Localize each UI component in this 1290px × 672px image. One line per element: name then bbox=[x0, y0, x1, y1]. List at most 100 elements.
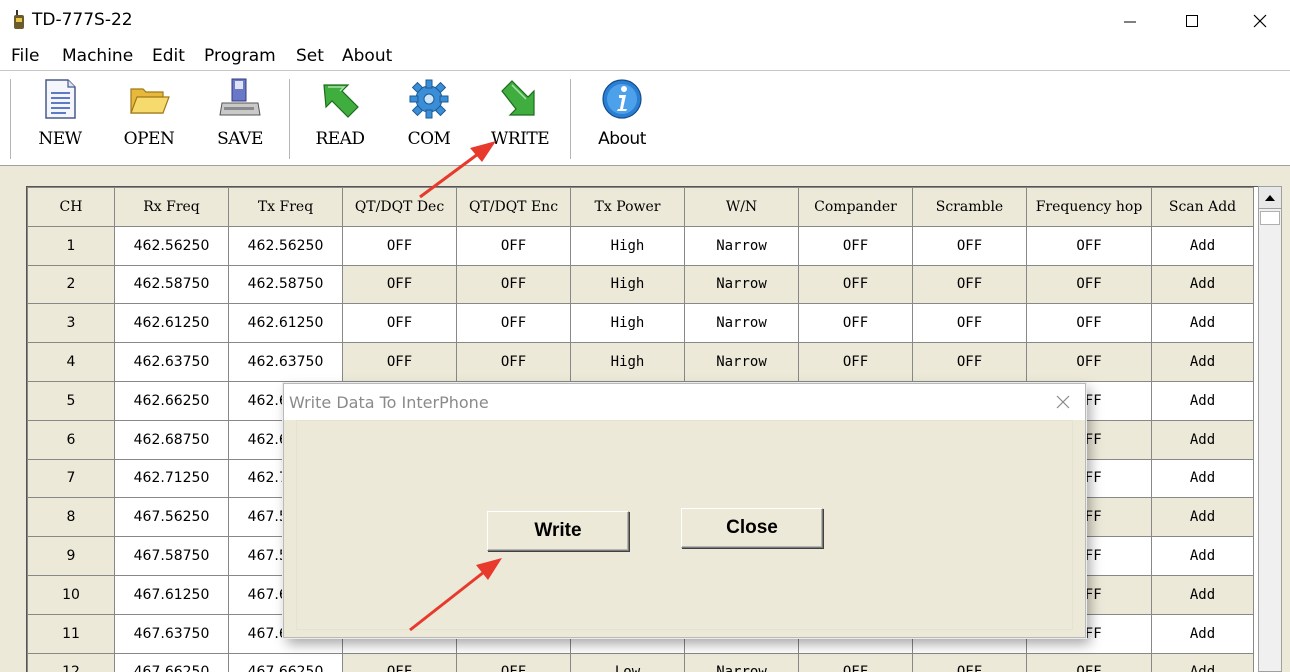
table-row[interactable]: 1 462.56250 462.56250 OFF OFF High Narrow OFF OF… bbox=[27, 225, 1254, 266]
table-cell[interactable]: OFF bbox=[1026, 264, 1152, 305]
table-cell[interactable]: Add bbox=[1151, 380, 1254, 421]
channel-number-cell[interactable]: 5 bbox=[27, 380, 115, 421]
table-cell[interactable]: Add bbox=[1151, 225, 1254, 266]
channel-number-cell[interactable]: 8 bbox=[27, 497, 115, 538]
table-cell[interactable]: Add bbox=[1151, 536, 1254, 576]
table-cell[interactable]: Narrow bbox=[684, 342, 799, 382]
table-cell[interactable]: 462.58750 bbox=[114, 264, 229, 305]
dialog-close-button[interactable] bbox=[1053, 392, 1073, 412]
new-button[interactable]: NEW bbox=[36, 77, 84, 161]
table-cell[interactable]: Add bbox=[1151, 458, 1254, 499]
table-cell[interactable]: Add bbox=[1151, 497, 1254, 538]
channel-number-cell[interactable]: 12 bbox=[27, 652, 115, 672]
table-cell[interactable]: Add bbox=[1151, 574, 1254, 615]
table-cell[interactable]: 462.56250 bbox=[228, 225, 343, 266]
table-cell[interactable]: Add bbox=[1151, 342, 1254, 382]
dialog-close-action-button[interactable]: Close bbox=[681, 508, 823, 548]
table-cell[interactable]: Narrow bbox=[684, 652, 799, 672]
channel-number-cell[interactable]: 11 bbox=[27, 613, 115, 654]
table-cell[interactable]: OFF bbox=[798, 264, 913, 305]
column-header[interactable]: Frequency hop bbox=[1026, 187, 1152, 227]
table-cell[interactable]: Low bbox=[570, 652, 685, 672]
table-cell[interactable]: OFF bbox=[342, 264, 457, 305]
table-cell[interactable]: OFF bbox=[456, 652, 571, 672]
table-cell[interactable]: 467.66250 bbox=[114, 652, 229, 672]
table-cell[interactable]: OFF bbox=[342, 342, 457, 382]
table-cell[interactable]: 462.66250 bbox=[114, 380, 229, 421]
channel-number-cell[interactable]: 10 bbox=[27, 574, 115, 615]
open-button[interactable]: OPEN bbox=[122, 77, 176, 161]
table-cell[interactable]: High bbox=[570, 303, 685, 344]
table-cell[interactable]: OFF bbox=[912, 225, 1027, 266]
maximize-button[interactable] bbox=[1172, 6, 1212, 36]
table-cell[interactable]: Add bbox=[1151, 264, 1254, 305]
column-header[interactable]: W/N bbox=[684, 187, 799, 227]
table-cell[interactable]: 462.56250 bbox=[114, 225, 229, 266]
channel-number-cell[interactable]: 1 bbox=[27, 225, 115, 266]
channel-number-cell[interactable]: 2 bbox=[27, 264, 115, 305]
scroll-thumb[interactable] bbox=[1260, 211, 1280, 225]
column-header[interactable]: Tx Power bbox=[570, 187, 685, 227]
table-cell[interactable]: Narrow bbox=[684, 225, 799, 266]
table-cell[interactable]: OFF bbox=[912, 264, 1027, 305]
table-cell[interactable]: OFF bbox=[1026, 225, 1152, 266]
com-button[interactable]: COM bbox=[404, 77, 454, 161]
table-cell[interactable]: Narrow bbox=[684, 264, 799, 305]
table-cell[interactable]: OFF bbox=[342, 652, 457, 672]
table-cell[interactable]: High bbox=[570, 225, 685, 266]
table-cell[interactable]: 462.58750 bbox=[228, 264, 343, 305]
minimize-button[interactable] bbox=[1110, 6, 1150, 36]
table-cell[interactable]: 467.63750 bbox=[114, 613, 229, 654]
table-cell[interactable]: OFF bbox=[1026, 342, 1152, 382]
column-header[interactable]: QT/DQT Enc bbox=[456, 187, 571, 227]
menu-program[interactable]: Program bbox=[204, 46, 276, 66]
column-header[interactable]: Tx Freq bbox=[228, 187, 343, 227]
table-cell[interactable]: OFF bbox=[912, 303, 1027, 344]
channel-number-cell[interactable]: 7 bbox=[27, 458, 115, 499]
table-cell[interactable]: OFF bbox=[456, 264, 571, 305]
scroll-up-button[interactable] bbox=[1259, 187, 1281, 209]
table-cell[interactable]: Add bbox=[1151, 613, 1254, 654]
table-row[interactable]: 3 462.61250 462.61250 OFF OFF High Narrow OFF OF… bbox=[27, 303, 1254, 344]
table-cell[interactable]: OFF bbox=[798, 342, 913, 382]
table-cell[interactable]: 462.68750 bbox=[114, 419, 229, 460]
table-cell[interactable]: High bbox=[570, 264, 685, 305]
table-row[interactable]: 4 462.63750 462.63750 OFF OFF High Narrow OFF OF… bbox=[27, 342, 1254, 382]
dialog-write-button[interactable]: Write bbox=[487, 511, 629, 551]
table-cell[interactable]: Add bbox=[1151, 419, 1254, 460]
table-cell[interactable]: 467.61250 bbox=[114, 574, 229, 615]
menu-machine[interactable]: Machine bbox=[62, 46, 133, 66]
table-cell[interactable]: 467.56250 bbox=[114, 497, 229, 538]
table-cell[interactable]: OFF bbox=[798, 225, 913, 266]
table-cell[interactable]: 462.63750 bbox=[114, 342, 229, 382]
table-cell[interactable]: OFF bbox=[456, 303, 571, 344]
table-cell[interactable]: 462.61250 bbox=[228, 303, 343, 344]
table-cell[interactable]: 462.61250 bbox=[114, 303, 229, 344]
column-header[interactable]: Scan Add bbox=[1151, 187, 1254, 227]
column-header[interactable]: QT/DQT Dec bbox=[342, 187, 457, 227]
channel-number-cell[interactable]: 9 bbox=[27, 536, 115, 576]
menu-about[interactable]: About bbox=[342, 46, 392, 66]
table-cell[interactable]: OFF bbox=[342, 303, 457, 344]
about-button[interactable]: About bbox=[592, 77, 652, 161]
table-cell[interactable]: Add bbox=[1151, 652, 1254, 672]
menu-set[interactable]: Set bbox=[296, 46, 324, 66]
table-row[interactable]: 2 462.58750 462.58750 OFF OFF High Narrow OFF OF… bbox=[27, 264, 1254, 305]
channel-number-cell[interactable]: 4 bbox=[27, 342, 115, 382]
table-cell[interactable]: OFF bbox=[912, 652, 1027, 672]
column-header[interactable]: CH bbox=[27, 187, 115, 227]
table-cell[interactable]: OFF bbox=[1026, 303, 1152, 344]
table-row[interactable]: 12467.66250467.66250OFFOFFLowNarrowOFFOF… bbox=[27, 652, 1254, 672]
table-cell[interactable]: OFF bbox=[912, 342, 1027, 382]
table-cell[interactable]: OFF bbox=[456, 225, 571, 266]
table-cell[interactable]: High bbox=[570, 342, 685, 382]
table-cell[interactable]: 467.66250 bbox=[228, 652, 343, 672]
read-button[interactable]: READ bbox=[314, 77, 366, 161]
table-cell[interactable]: 462.63750 bbox=[228, 342, 343, 382]
write-button[interactable]: WRITE bbox=[490, 77, 550, 161]
table-cell[interactable]: OFF bbox=[1026, 652, 1152, 672]
table-cell[interactable]: OFF bbox=[798, 303, 913, 344]
table-cell[interactable]: OFF bbox=[456, 342, 571, 382]
close-window-button[interactable] bbox=[1240, 6, 1280, 36]
table-cell[interactable]: 467.58750 bbox=[114, 536, 229, 576]
